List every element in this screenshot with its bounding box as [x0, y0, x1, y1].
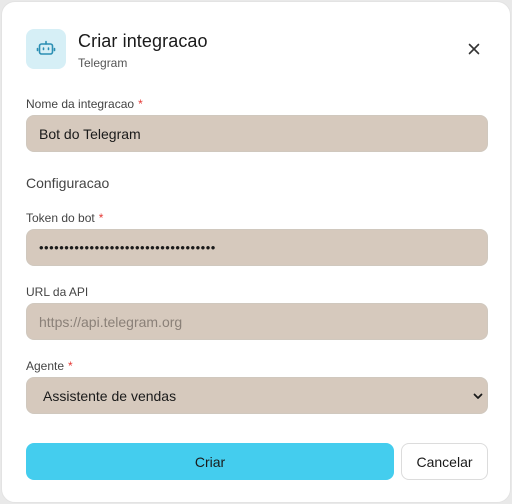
- cancel-button[interactable]: Cancelar: [401, 443, 488, 480]
- token-field-label: Token do bot *: [26, 211, 104, 225]
- close-icon: [468, 43, 480, 55]
- integration-name-input[interactable]: [26, 115, 488, 152]
- bot-icon: [26, 29, 66, 69]
- bot-token-input[interactable]: [26, 229, 488, 266]
- dialog-subtitle: Telegram: [78, 56, 128, 70]
- config-section-title: Configuracao: [26, 175, 110, 191]
- agent-field-label: Agente *: [26, 359, 73, 373]
- required-mark: *: [98, 211, 104, 225]
- name-field-label: Nome da integracao *: [26, 97, 143, 111]
- dialog-title: Criar integracao: [78, 31, 208, 51]
- api-url-input[interactable]: [26, 303, 488, 340]
- close-button[interactable]: [464, 39, 484, 59]
- required-mark: *: [68, 359, 73, 373]
- agent-select[interactable]: Assistente de vendas: [26, 377, 488, 414]
- create-integration-dialog: Criar integracao Telegram Nome da integr…: [1, 1, 511, 503]
- required-mark: *: [138, 97, 143, 111]
- create-button[interactable]: Criar: [26, 443, 394, 480]
- api-url-field-label: URL da API: [26, 285, 89, 299]
